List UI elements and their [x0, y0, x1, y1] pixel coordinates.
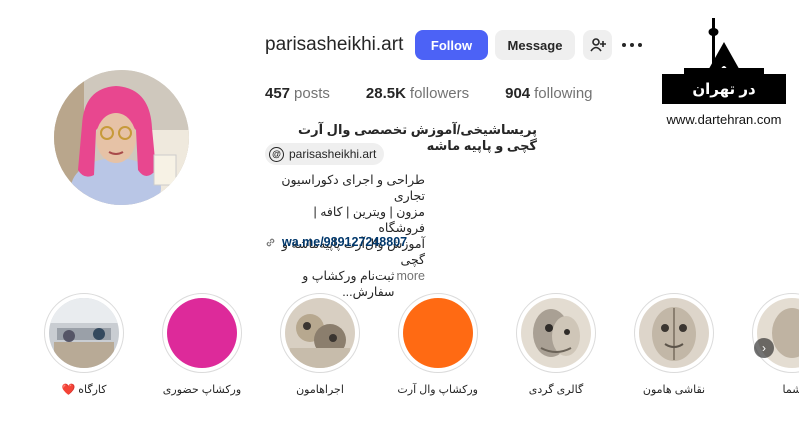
highlight-cover [521, 298, 591, 368]
highlight-item[interactable]: ورکشاپ وال آرت [397, 293, 478, 396]
avatar-image [54, 70, 189, 205]
logo-bar: در تهران [662, 74, 786, 104]
tehran-skyline-icon [684, 18, 764, 74]
highlight-caption: ورکشاپ حضوری [162, 384, 242, 396]
highlight-caption: شما [782, 384, 799, 396]
highlight-caption: نقاشی هامون [642, 384, 706, 396]
add-user-icon [589, 38, 606, 52]
highlight-item[interactable]: کارگاه ❤️ [44, 293, 124, 396]
highlight-cover [167, 298, 237, 368]
highlight-item[interactable]: ورکشاپ حضوری [162, 293, 242, 396]
link-icon [266, 238, 275, 246]
highlight-cover [639, 298, 709, 368]
suggest-accounts-button[interactable] [583, 30, 612, 60]
highlight-caption: کارگاه ❤️ [61, 384, 107, 396]
followers-stat[interactable]: 28.5K followers [366, 85, 469, 102]
more-options-icon[interactable] [622, 36, 646, 54]
highlight-item[interactable]: نقاشی هامون [634, 293, 714, 396]
profile-username: parisasheikhi.art [265, 34, 404, 55]
story-highlights: کارگاه ❤️ ورکشاپ حضوری اجراهامون ورکشاپ … [0, 293, 799, 403]
following-stat[interactable]: 904 following [505, 85, 592, 102]
follow-button[interactable]: Follow [415, 30, 488, 60]
highlight-item[interactable]: گالری گردی [516, 293, 596, 396]
highlight-cover [49, 298, 119, 368]
highlight-cover [403, 298, 473, 368]
chevron-right-icon[interactable]: › [754, 338, 774, 358]
logo-site: www.dartehran.com [666, 112, 782, 127]
profile-stats: 457 posts 28.5K followers 904 following [265, 85, 593, 102]
threads-handle: parisasheikhi.art [289, 147, 377, 161]
threads-icon: @ [269, 146, 284, 162]
highlight-caption: اجراهامون [296, 384, 344, 396]
message-button[interactable]: Message [495, 30, 575, 60]
profile-avatar[interactable] [54, 70, 189, 205]
bio-external-link[interactable]: wa.me/989127248807 [265, 235, 407, 249]
highlight-caption: ورکشاپ وال آرت [397, 384, 478, 396]
highlight-item[interactable]: اجراهامون [280, 293, 360, 396]
highlight-caption: گالری گردی [528, 384, 584, 396]
highlight-cover [285, 298, 355, 368]
bio-line: طراحی و اجرای دکوراسیون تجاری [281, 173, 425, 203]
posts-stat: 457 posts [265, 85, 330, 102]
threads-link[interactable]: @ parisasheikhi.art [265, 143, 385, 165]
bio-line: مزون | ویترین | کافه | فروشگاه [313, 205, 425, 235]
dartehran-logo: در تهران www.dartehran.com [662, 14, 786, 127]
